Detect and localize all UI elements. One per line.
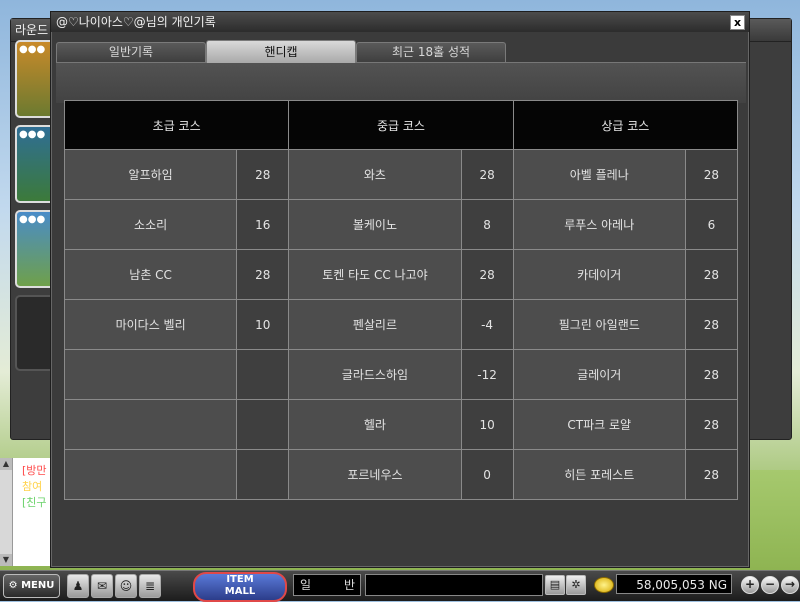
handicap-value-cell: 8	[460, 199, 514, 250]
course-name-cell: 카데이거	[512, 249, 686, 300]
course-name-cell: 글라드스하임	[288, 349, 462, 400]
handicap-value-cell: 28	[684, 299, 739, 350]
course-name-cell: 히든 포레스트	[512, 449, 686, 500]
handicap-value-cell: 28	[684, 349, 739, 400]
person-icon[interactable]: ♟	[67, 574, 89, 598]
chat-settings-icon[interactable]: ▤	[545, 575, 565, 595]
course-name-cell: 루푸스 아레나	[512, 199, 686, 250]
course-name-cell: 볼케이노	[288, 199, 462, 250]
dialog-title-bar[interactable]: @♡나이아스♡@님의 개인기록 x	[51, 12, 749, 32]
status-dots-icon: ●●●	[19, 44, 46, 55]
handicap-value-cell: 28	[684, 399, 739, 450]
item-mall-button[interactable]: ITEM MALL	[193, 572, 287, 602]
course-name-cell	[63, 349, 238, 400]
handicap-value-cell: 16	[236, 199, 290, 250]
course-name-cell: 토켄 타도 CC 나고야	[288, 249, 462, 300]
chat-mode-select[interactable]: 일 반	[293, 574, 361, 596]
chat-mode-label-b: 반	[344, 578, 356, 592]
menu-label: MENU	[21, 580, 55, 591]
header-advanced-course: 상급 코스	[512, 100, 739, 150]
handicap-value-cell: 6	[684, 199, 739, 250]
exit-icon[interactable]: →	[781, 576, 799, 594]
zoom-in-icon[interactable]: +	[741, 576, 759, 594]
tab-handicap[interactable]: 핸디캡	[206, 40, 356, 63]
handicap-value-cell: 10	[236, 299, 290, 350]
handicap-value-cell: 28	[684, 449, 739, 500]
course-name-cell: 필그린 아일랜드	[512, 299, 686, 350]
handicap-table: 초급 코스 중급 코스 상급 코스 알프하임 28 와츠 28 아벨 플레나 28 소소리 1…	[63, 100, 739, 500]
chat-mode-label-a: 일	[300, 578, 312, 592]
table-row: 남촌 CC 28 토켄 타도 CC 나고야 28 카데이거 28	[63, 249, 739, 300]
chat-input[interactable]	[365, 574, 543, 596]
handicap-value-cell: -12	[460, 349, 514, 400]
course-name-cell: 글레이거	[512, 349, 686, 400]
handicap-value-cell: 28	[684, 249, 739, 300]
handicap-value-cell: 28	[684, 149, 739, 200]
header-beginner-course: 초급 코스	[63, 100, 290, 150]
course-name-cell: 와츠	[288, 149, 462, 200]
table-row: 소소리 16 볼케이노 8 루푸스 아레나 6	[63, 199, 739, 250]
table-row: 포르네우스 0 히든 포레스트 28	[63, 449, 739, 500]
chat-line: 참여	[22, 480, 43, 493]
course-name-cell: 소소리	[63, 199, 238, 250]
handicap-value-cell: 28	[236, 249, 290, 300]
money-display: 58,005,053 NG	[616, 574, 732, 594]
personal-record-dialog: @♡나이아스♡@님의 개인기록 x 일반기록 핸디캡 최근 18홀 성적 초급 …	[50, 11, 750, 568]
table-row: 글라드스하임 -12 글레이거 28	[63, 349, 739, 400]
table-header-row: 초급 코스 중급 코스 상급 코스	[63, 100, 739, 150]
chat-line: [방만	[22, 464, 47, 477]
handicap-value-cell: 0	[460, 449, 514, 500]
coin-icon	[594, 577, 614, 593]
course-name-cell: 남촌 CC	[63, 249, 238, 300]
record-tabs: 일반기록 핸디캡 최근 18홀 성적	[56, 40, 746, 63]
close-button[interactable]: x	[730, 15, 745, 30]
chat-line: [친구	[22, 496, 47, 509]
course-name-cell	[63, 399, 238, 450]
handicap-value-cell	[236, 349, 290, 400]
menu-button[interactable]: ⚙ MENU	[3, 574, 60, 598]
handicap-value-cell: 28	[460, 249, 514, 300]
course-name-cell: 헬라	[288, 399, 462, 450]
header-intermediate-course: 중급 코스	[288, 100, 514, 150]
course-name-cell: 아벨 플레나	[512, 149, 686, 200]
handicap-value-cell: 28	[236, 149, 290, 200]
handicap-value-cell: 28	[460, 149, 514, 200]
course-name-cell	[63, 449, 238, 500]
panel-backdrop	[56, 63, 746, 103]
bottom-toolbar: ⚙ MENU ♟ ✉ ☺ ≣ ITEM MALL 일 반 ▤ ✲ 58,005,…	[0, 570, 800, 602]
mail-icon[interactable]: ✉	[91, 574, 113, 598]
scroll-down-icon[interactable]: ▼	[0, 554, 12, 566]
list-icon[interactable]: ≣	[139, 574, 161, 598]
tab-general-record[interactable]: 일반기록	[56, 42, 206, 62]
handicap-value-cell	[236, 449, 290, 500]
status-dots-icon: ●●●	[19, 214, 46, 225]
handicap-value-cell: -4	[460, 299, 514, 350]
course-name-cell: 알프하임	[63, 149, 238, 200]
gear-icon[interactable]: ✲	[566, 575, 586, 595]
course-name-cell: 마이다스 벨리	[63, 299, 238, 350]
item-mall-label-top: ITEM	[226, 574, 254, 585]
course-name-cell: 포르네우스	[288, 449, 462, 500]
table-row: 헬라 10 CT파크 로얄 28	[63, 399, 739, 450]
group-icon[interactable]: ☺	[115, 574, 137, 598]
dialog-title: @♡나이아스♡@님의 개인기록	[56, 15, 216, 29]
course-name-cell: 펜살리르	[288, 299, 462, 350]
course-name-cell: CT파크 로얄	[512, 399, 686, 450]
tab-recent-18-holes[interactable]: 최근 18홀 성적	[356, 42, 506, 62]
zoom-out-icon[interactable]: −	[761, 576, 779, 594]
item-mall-label-bottom: MALL	[224, 586, 256, 597]
table-row: 마이다스 벨리 10 펜살리르 -4 필그린 아일랜드 28	[63, 299, 739, 350]
chat-scrollbar[interactable]: ▲ ▼	[0, 458, 13, 566]
handicap-value-cell	[236, 399, 290, 450]
table-row: 알프하임 28 와츠 28 아벨 플레나 28	[63, 149, 739, 200]
scroll-up-icon[interactable]: ▲	[0, 458, 12, 470]
status-dots-icon: ●●●	[19, 129, 46, 140]
handicap-value-cell: 10	[460, 399, 514, 450]
